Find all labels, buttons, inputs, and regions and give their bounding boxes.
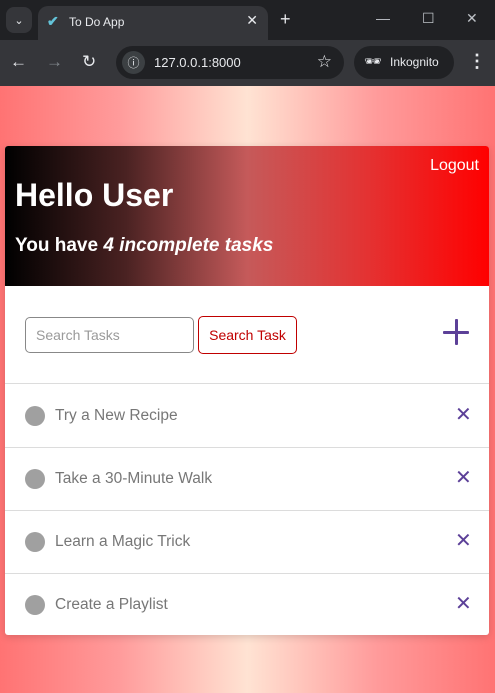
- card-header: Logout Hello User You have 4 incomplete …: [5, 146, 489, 286]
- delete-task-icon[interactable]: ✕: [455, 405, 472, 425]
- incognito-label: Inkognito: [390, 55, 439, 69]
- forward-arrow-icon[interactable]: →: [46, 52, 63, 72]
- logout-link[interactable]: Logout: [430, 157, 479, 175]
- task-item: Take a 30-Minute Walk ✕: [5, 448, 489, 511]
- delete-task-icon[interactable]: ✕: [455, 594, 472, 614]
- page-viewport: Logout Hello User You have 4 incomplete …: [0, 86, 495, 693]
- search-input[interactable]: [25, 317, 194, 353]
- site-info-icon[interactable]: ⓘ: [122, 51, 145, 74]
- add-task-plus-icon[interactable]: [443, 319, 469, 345]
- incognito-indicator[interactable]: 🕶 Inkognito: [354, 46, 454, 79]
- address-bar[interactable]: ⓘ 127.0.0.1:8000 ☆: [116, 46, 344, 79]
- greeting-heading: Hello User: [15, 177, 174, 213]
- new-tab-icon[interactable]: +: [280, 9, 291, 29]
- maximize-icon[interactable]: ☐: [422, 10, 435, 27]
- search-task-button[interactable]: Search Task: [198, 316, 297, 354]
- incomplete-tasks-summary: You have 4 incomplete tasks: [15, 235, 273, 257]
- close-tab-icon[interactable]: ✕: [246, 12, 258, 29]
- checkmark-favicon-icon: ✔: [47, 13, 59, 29]
- back-arrow-icon[interactable]: ←: [10, 52, 27, 72]
- reload-icon[interactable]: ↻: [82, 52, 96, 72]
- delete-task-icon[interactable]: ✕: [455, 531, 472, 551]
- todo-card: Logout Hello User You have 4 incomplete …: [5, 146, 489, 635]
- task-label: Take a 30-Minute Walk: [55, 470, 213, 487]
- delete-task-icon[interactable]: ✕: [455, 468, 472, 488]
- task-item: Create a Playlist ✕: [5, 574, 489, 635]
- summary-prefix: You have: [15, 235, 104, 256]
- minimize-icon[interactable]: —: [376, 10, 390, 26]
- tab-title: To Do App: [69, 15, 125, 29]
- incognito-icon: 🕶: [364, 53, 382, 69]
- incomplete-count: 4 incomplete tasks: [103, 235, 274, 256]
- browser-toolbar: ← → ↻ ⓘ 127.0.0.1:8000 ☆ 🕶 Inkognito ⋮: [0, 40, 495, 86]
- browser-tab[interactable]: ✔ To Do App ✕: [38, 6, 268, 40]
- url-text[interactable]: 127.0.0.1:8000: [154, 55, 241, 70]
- window-close-icon[interactable]: ✕: [466, 10, 478, 27]
- task-item: Learn a Magic Trick ✕: [5, 511, 489, 574]
- task-label: Learn a Magic Trick: [55, 533, 191, 550]
- task-label: Create a Playlist: [55, 596, 168, 613]
- browser-tab-bar: ⌄ ✔ To Do App ✕ + — ☐ ✕: [0, 0, 495, 40]
- browser-menu-icon[interactable]: ⋮: [468, 51, 486, 72]
- task-complete-toggle[interactable]: [25, 406, 45, 426]
- task-complete-toggle[interactable]: [25, 469, 45, 489]
- task-item: Try a New Recipe ✕: [5, 385, 489, 448]
- task-label: Try a New Recipe: [55, 407, 178, 424]
- search-row: Search Task: [5, 286, 489, 384]
- task-complete-toggle[interactable]: [25, 595, 45, 615]
- task-complete-toggle[interactable]: [25, 532, 45, 552]
- bookmark-star-icon[interactable]: ☆: [317, 52, 332, 72]
- chevron-down-icon[interactable]: ⌄: [6, 7, 32, 33]
